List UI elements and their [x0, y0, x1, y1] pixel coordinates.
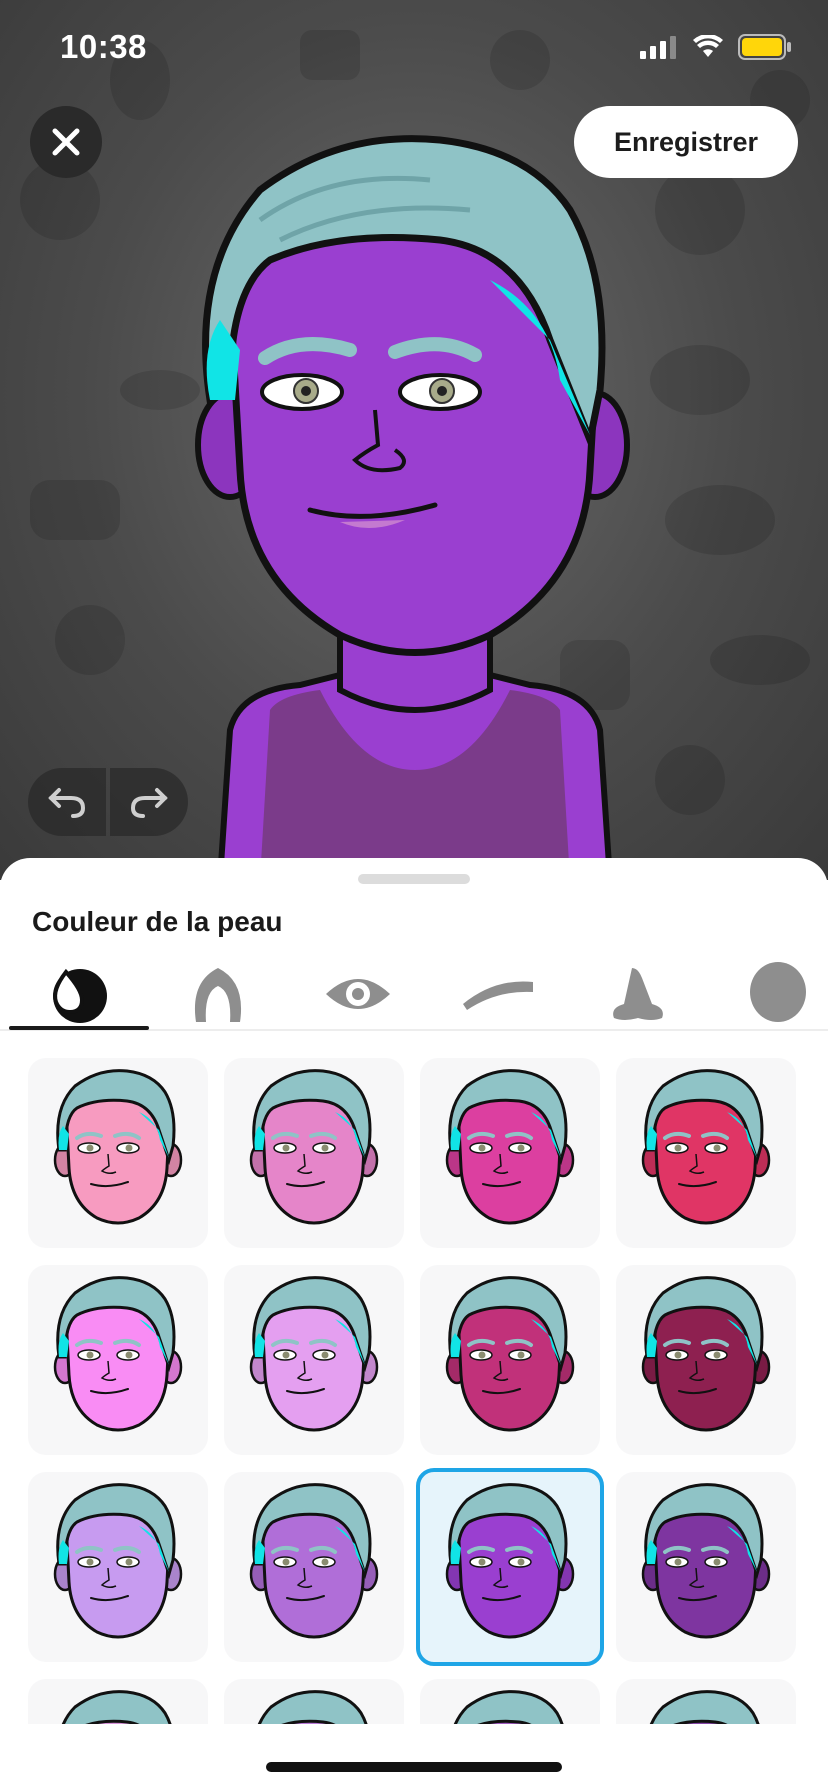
tab-skin-tone[interactable] [8, 950, 148, 1038]
redo-icon [130, 788, 168, 818]
home-indicator [266, 1762, 562, 1772]
history-controls [28, 768, 188, 836]
redo-button[interactable] [110, 768, 188, 836]
skin-color-option[interactable] [616, 1058, 796, 1248]
avatar-face-thumbnail [649, 1690, 760, 1724]
skin-color-option[interactable] [224, 1058, 404, 1248]
avatar-face-thumbnail [249, 1069, 379, 1225]
status-bar: 10:38 [0, 0, 828, 100]
wifi-icon [693, 35, 723, 57]
hair-icon [194, 968, 242, 1022]
skin-color-option[interactable] [420, 1058, 600, 1248]
skin-color-option[interactable] [616, 1472, 796, 1662]
drop-icon [53, 968, 107, 1023]
avatar-face-thumbnail [641, 1276, 771, 1432]
cellular-signal-icon [640, 36, 676, 59]
undo-icon [48, 788, 86, 818]
avatar-face-thumbnail [249, 1276, 379, 1432]
tab-head[interactable] [708, 950, 828, 1038]
avatar-face-thumbnail [53, 1483, 183, 1639]
sheet-grabber[interactable] [358, 874, 470, 884]
skin-color-option[interactable] [28, 1265, 208, 1455]
skin-color-option[interactable] [616, 1679, 796, 1724]
skin-color-option[interactable] [224, 1265, 404, 1455]
avatar-face-thumbnail [445, 1483, 575, 1639]
avatar-face-thumbnail [453, 1690, 564, 1724]
close-icon [52, 128, 80, 156]
head-icon [750, 962, 806, 1022]
undo-button[interactable] [28, 768, 106, 836]
tab-nose[interactable] [568, 950, 708, 1038]
status-icons [640, 34, 792, 60]
avatar-face-thumbnail [53, 1276, 183, 1432]
avatar-face-thumbnail [53, 1069, 183, 1225]
avatar-preview-stage: 10:38 Enregistrer [0, 0, 828, 880]
skin-color-option[interactable] [28, 1679, 208, 1724]
skin-color-option[interactable] [224, 1679, 404, 1724]
avatar-face-thumbnail [249, 1483, 379, 1639]
status-time: 10:38 [60, 28, 147, 65]
eye-icon [326, 979, 390, 1009]
skin-color-option[interactable] [224, 1472, 404, 1662]
avatar-preview [195, 135, 630, 880]
avatar-face-thumbnail [61, 1690, 172, 1724]
avatar-face-thumbnail [445, 1069, 575, 1225]
skin-color-option[interactable] [616, 1265, 796, 1455]
tab-eyes[interactable] [288, 950, 428, 1038]
skin-color-option[interactable] [420, 1679, 600, 1724]
skin-color-grid [28, 1058, 800, 1724]
close-button[interactable] [30, 106, 102, 178]
avatar-face-thumbnail [445, 1276, 575, 1432]
skin-color-option[interactable] [28, 1058, 208, 1248]
avatar-face-thumbnail [257, 1690, 368, 1724]
tab-eyebrows[interactable] [428, 950, 568, 1038]
skin-color-option[interactable] [420, 1265, 600, 1455]
nose-icon [613, 968, 663, 1020]
skin-color-option[interactable] [416, 1468, 604, 1666]
avatar-face-thumbnail [641, 1069, 771, 1225]
skin-color-option[interactable] [28, 1472, 208, 1662]
eyebrow-icon [463, 981, 533, 1010]
tab-hair[interactable] [148, 950, 288, 1038]
sheet-title: Couleur de la peau [32, 906, 283, 937]
avatar-face-thumbnail [641, 1483, 771, 1639]
active-tab-indicator [9, 1026, 149, 1030]
battery-icon [738, 34, 791, 60]
